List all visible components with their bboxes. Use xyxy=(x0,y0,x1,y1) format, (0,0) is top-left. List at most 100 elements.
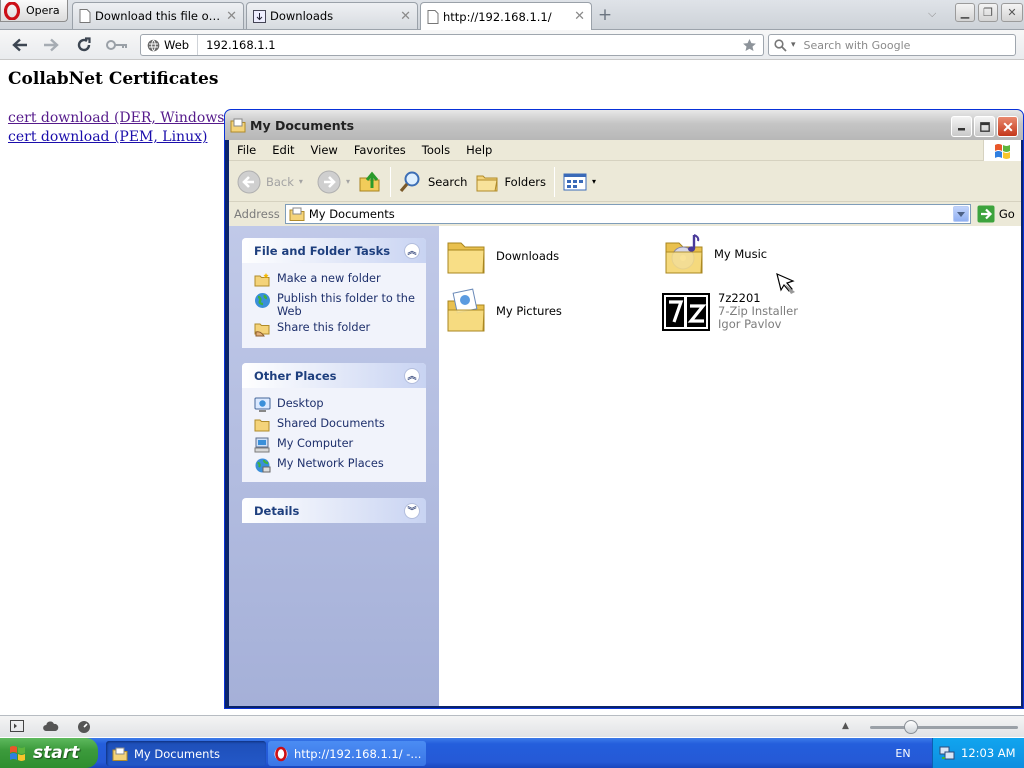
task-make-new-folder[interactable]: Make a new folder xyxy=(254,272,420,289)
tab-close-icon[interactable]: ✕ xyxy=(226,9,237,24)
explorer-close-button[interactable] xyxy=(997,116,1018,137)
my-documents-folder-icon xyxy=(112,747,128,761)
taskbar-my-documents[interactable]: My Documents xyxy=(106,741,266,766)
menu-edit[interactable]: Edit xyxy=(264,143,302,157)
tab-list-chevron-icon[interactable]: ⌵ xyxy=(928,7,936,21)
expand-chevron-icon[interactable]: ︾ xyxy=(404,502,420,519)
forward-button[interactable]: ▾ xyxy=(313,165,354,199)
address-field[interactable]: My Documents xyxy=(284,204,971,224)
explorer-address-bar: Address My Documents Go xyxy=(229,203,1021,225)
forward-arrow-icon[interactable] xyxy=(40,35,62,55)
explorer-maximize-button[interactable] xyxy=(974,116,995,137)
taskbar-opera-window[interactable]: http://192.168.1.1/ -... xyxy=(268,741,426,766)
panel-toggle-icon[interactable] xyxy=(10,720,24,732)
collapse-chevron-icon[interactable]: ︽ xyxy=(404,367,420,384)
desktop-icon xyxy=(254,397,271,414)
task-share-folder[interactable]: Share this folder xyxy=(254,321,420,338)
menu-view[interactable]: View xyxy=(303,143,346,157)
views-dropdown-icon[interactable]: ▾ xyxy=(592,177,596,186)
search-engine-dropdown-icon[interactable]: ▾ xyxy=(791,40,796,50)
windows-flag-icon xyxy=(983,140,1021,161)
back-dropdown-icon[interactable]: ▾ xyxy=(299,177,303,186)
menu-favorites[interactable]: Favorites xyxy=(346,143,414,157)
tab-close-icon[interactable]: ✕ xyxy=(574,9,585,24)
tab-downloads[interactable]: Downloads ✕ xyxy=(246,2,418,29)
share-folder-icon xyxy=(254,321,271,338)
back-arrow-icon xyxy=(237,170,261,194)
close-window-button[interactable]: ✕ xyxy=(1001,3,1023,22)
address-url[interactable]: 192.168.1.1 xyxy=(198,38,742,52)
go-button[interactable]: Go xyxy=(977,205,1015,223)
tab-close-icon[interactable]: ✕ xyxy=(400,9,411,24)
other-places-header[interactable]: Other Places ︽ xyxy=(242,363,426,388)
views-button[interactable]: ▾ xyxy=(559,165,600,199)
start-button[interactable]: start xyxy=(0,738,98,768)
my-computer-icon xyxy=(254,437,271,454)
item-downloads[interactable]: Downloads xyxy=(446,236,559,276)
collapse-chevron-icon[interactable]: ︽ xyxy=(404,242,420,259)
opera-menu-label: Opera xyxy=(26,4,60,17)
explorer-title: My Documents xyxy=(250,117,355,133)
file-folder-tasks-header[interactable]: File and Folder Tasks ︽ xyxy=(242,238,426,263)
taskbar-task-label: http://192.168.1.1/ -... xyxy=(294,746,422,761)
menu-tools[interactable]: Tools xyxy=(414,143,458,157)
item-my-music[interactable]: My Music xyxy=(664,232,767,276)
place-label: My Computer xyxy=(277,437,354,450)
cert-download-pem-link[interactable]: cert download (PEM, Linux) xyxy=(8,129,207,145)
place-label: My Network Places xyxy=(277,457,384,470)
forward-dropdown-icon[interactable]: ▾ xyxy=(346,177,350,186)
place-label: Shared Documents xyxy=(277,417,385,430)
explorer-minimize-button[interactable] xyxy=(951,116,972,137)
task-publish-folder[interactable]: Publish this folder to the Web xyxy=(254,292,420,318)
toolbar-separator xyxy=(554,166,555,197)
search-magnifier-icon xyxy=(399,170,423,194)
reload-icon[interactable] xyxy=(73,35,95,55)
address-bar[interactable]: Web 192.168.1.1 xyxy=(140,34,764,56)
new-tab-plus-icon[interactable]: + xyxy=(596,5,614,25)
tab-192-168-1-1[interactable]: http://192.168.1.1/ ✕ xyxy=(420,2,592,30)
details-header[interactable]: Details ︾ xyxy=(242,498,426,523)
explorer-toolbar: Back ▾ ▾ Search Folders ▾ xyxy=(229,162,1021,202)
back-label: Back xyxy=(266,174,294,189)
bookmark-star-icon[interactable] xyxy=(742,38,757,53)
zoom-slider-track[interactable] xyxy=(870,726,1018,729)
opera-unite-cloud-icon[interactable] xyxy=(43,720,59,732)
minimize-window-button[interactable]: ▁ xyxy=(955,3,975,22)
opera-menu-button[interactable]: Opera xyxy=(0,0,68,22)
search-button[interactable]: Search xyxy=(395,165,472,199)
item-company: Igor Pavlov xyxy=(718,317,782,331)
back-button[interactable]: Back ▾ xyxy=(233,165,307,199)
tab-title: Download this file or upd... xyxy=(95,9,222,23)
browser-tab-bar: Opera Download this file or upd... ✕ Dow… xyxy=(0,0,1024,30)
place-shared-documents[interactable]: Shared Documents xyxy=(254,417,420,434)
menu-file[interactable]: File xyxy=(229,143,264,157)
place-my-network-places[interactable]: My Network Places xyxy=(254,457,420,474)
clock[interactable]: 12:03 AM xyxy=(961,746,1016,760)
details-panel: Details ︾ xyxy=(242,498,426,523)
search-placeholder: Search with Google xyxy=(803,38,911,52)
place-my-computer[interactable]: My Computer xyxy=(254,437,420,454)
address-dropdown-icon[interactable] xyxy=(952,206,969,222)
page-title: CollabNet Certificates xyxy=(8,69,219,89)
tab-download-file[interactable]: Download this file or upd... ✕ xyxy=(72,2,244,29)
item-my-pictures[interactable]: My Pictures xyxy=(446,288,562,334)
up-folder-button[interactable] xyxy=(354,165,386,199)
view-bar-toggle-icon[interactable]: ▲ xyxy=(842,721,849,731)
key-icon[interactable] xyxy=(104,35,130,55)
speed-dial-gauge-icon[interactable] xyxy=(77,720,91,734)
task-label: Publish this folder to the Web xyxy=(277,292,415,318)
folders-button[interactable]: Folders xyxy=(471,165,550,199)
back-arrow-icon[interactable] xyxy=(9,35,31,55)
zoom-slider-thumb[interactable] xyxy=(904,720,918,734)
cert-download-der-link[interactable]: cert download (DER, Windows) xyxy=(8,110,230,126)
language-indicator[interactable]: EN xyxy=(888,745,918,761)
menu-help[interactable]: Help xyxy=(458,143,500,157)
explorer-title-bar[interactable]: My Documents xyxy=(225,110,1023,140)
panel-title: Other Places xyxy=(254,368,337,383)
network-tray-icon[interactable] xyxy=(939,745,955,761)
place-desktop[interactable]: Desktop xyxy=(254,397,420,414)
my-documents-folder-icon xyxy=(289,207,305,221)
restore-window-button[interactable]: ❐ xyxy=(978,3,998,22)
search-box[interactable]: ▾ Search with Google xyxy=(768,34,1016,56)
web-badge[interactable]: Web xyxy=(141,35,199,55)
